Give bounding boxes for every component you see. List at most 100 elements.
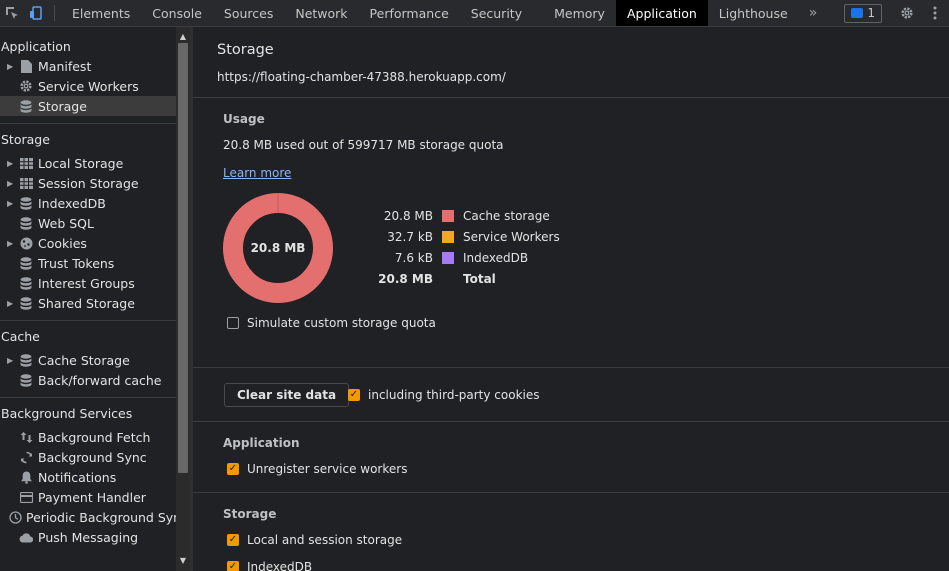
sidebar-item-push-messaging[interactable]: Push Messaging <box>0 527 176 547</box>
sidebar-item-label: Shared Storage <box>38 295 135 311</box>
legend-swatch <box>442 231 454 243</box>
expand-arrow-icon[interactable]: ▶ <box>7 356 16 365</box>
more-tabs-icon[interactable]: » <box>799 0 828 26</box>
section-divider <box>193 421 949 422</box>
sidebar-item-shared-storage[interactable]: ▶ Shared Storage <box>0 293 176 313</box>
sidebar-item-label: Storage <box>38 98 87 114</box>
tab-console[interactable]: Console <box>141 0 213 26</box>
scroll-up-arrow-icon[interactable]: ▲ <box>176 29 190 43</box>
device-toolbar-icon[interactable] <box>24 0 48 26</box>
expand-arrow-icon[interactable]: ▶ <box>7 159 16 168</box>
database-icon <box>18 373 34 387</box>
devtools-toolbar: Elements Console Sources Network Perform… <box>0 0 949 27</box>
legend-total-label: Total <box>463 272 496 286</box>
legend-swatch <box>442 252 454 264</box>
more-options-icon[interactable] <box>921 6 949 20</box>
indexeddb-checkbox-row[interactable]: ✓ IndexedDB <box>227 560 312 571</box>
expand-arrow-icon[interactable]: ▶ <box>7 239 16 248</box>
tab-application[interactable]: Application <box>615 0 708 26</box>
sidebar-item-payment-handler[interactable]: Payment Handler <box>0 487 176 507</box>
expand-arrow-icon[interactable]: ▶ <box>7 62 16 71</box>
sidebar-section-application: Application <box>1 38 71 54</box>
donut-center-label: 20.8 MB <box>250 241 306 255</box>
sidebar-scrollbar-thumb[interactable] <box>178 43 188 473</box>
cookie-icon <box>18 236 34 250</box>
tab-memory[interactable]: Memory <box>533 0 616 26</box>
unregister-sw-checkbox-row[interactable]: ✓ Unregister service workers <box>227 462 407 476</box>
sidebar-item-local-storage[interactable]: ▶ Local Storage <box>0 153 176 173</box>
sidebar-item-service-workers[interactable]: Service Workers <box>0 76 176 96</box>
expand-arrow-icon[interactable]: ▶ <box>7 199 16 208</box>
issues-icon <box>851 8 864 18</box>
usage-heading: Usage <box>223 112 265 126</box>
scroll-down-arrow-icon[interactable]: ▼ <box>176 553 190 567</box>
clear-site-data-button[interactable]: Clear site data <box>224 383 350 407</box>
tab-elements[interactable]: Elements <box>61 0 141 26</box>
sidebar-item-manifest[interactable]: ▶ Manifest <box>0 56 176 76</box>
legend-name: Cache storage <box>463 209 550 223</box>
sidebar-item-label: Local Storage <box>38 155 124 171</box>
bell-icon <box>18 470 34 484</box>
expand-arrow-icon[interactable]: ▶ <box>7 179 16 188</box>
legend-value: 20.8 MB <box>383 209 433 223</box>
section-divider <box>193 97 949 98</box>
sidebar-item-indexeddb[interactable]: ▶ IndexedDB <box>0 193 176 213</box>
legend-swatch <box>442 210 454 222</box>
sidebar-item-label: Background Sync <box>38 449 147 465</box>
sidebar-item-label: Cookies <box>38 235 87 251</box>
sidebar-item-background-fetch[interactable]: Background Fetch <box>0 427 176 447</box>
tab-network[interactable]: Network <box>284 0 358 26</box>
sidebar-item-label: Trust Tokens <box>38 255 115 271</box>
cloud-icon <box>18 530 34 544</box>
sidebar-item-web-sql[interactable]: Web SQL <box>0 213 176 233</box>
issues-count: 1 <box>867 6 875 20</box>
section-divider <box>193 492 949 493</box>
sidebar-item-trust-tokens[interactable]: Trust Tokens <box>0 253 176 273</box>
local-session-checkbox[interactable]: ✓ <box>227 534 239 546</box>
local-session-checkbox-row[interactable]: ✓ Local and session storage <box>227 533 402 547</box>
legend-value: 7.6 kB <box>394 251 433 265</box>
tab-performance[interactable]: Performance <box>359 0 460 26</box>
legend-total-value: 20.8 MB <box>378 272 433 286</box>
sidebar-item-interest-groups[interactable]: Interest Groups <box>0 273 176 293</box>
database-icon <box>18 99 34 113</box>
legend-row-indexeddb: 7.6 kB IndexedDB <box>373 250 528 266</box>
legend-row-cache-storage: 20.8 MB Cache storage <box>373 208 550 224</box>
indexeddb-checkbox[interactable]: ✓ <box>227 561 239 571</box>
legend-name: IndexedDB <box>463 251 529 265</box>
simulate-quota-checkbox[interactable] <box>227 317 239 329</box>
tab-security[interactable]: Security <box>460 0 533 26</box>
origin-url: https://floating-chamber-47388.herokuapp… <box>217 70 506 84</box>
sidebar-item-cookies[interactable]: ▶ Cookies <box>0 233 176 253</box>
sync-icon <box>18 450 34 464</box>
sidebar-divider <box>0 320 176 321</box>
legend-name: Service Workers <box>463 230 560 244</box>
sidebar-item-label: Periodic Background Sync <box>26 509 176 525</box>
third-party-cookies-checkbox-row[interactable]: ✓ including third-party cookies <box>348 388 540 402</box>
sidebar-item-label: Session Storage <box>38 175 139 191</box>
sidebar-item-cache-storage[interactable]: ▶ Cache Storage <box>0 350 176 370</box>
third-party-cookies-checkbox[interactable]: ✓ <box>348 389 360 401</box>
sidebar-item-notifications[interactable]: Notifications <box>0 467 176 487</box>
settings-gear-icon[interactable] <box>893 6 921 20</box>
tab-sources[interactable]: Sources <box>213 0 284 26</box>
database-icon <box>18 276 34 290</box>
sidebar-item-label: Manifest <box>38 58 92 74</box>
inspect-element-icon[interactable] <box>0 0 24 26</box>
expand-arrow-icon[interactable]: ▶ <box>7 299 16 308</box>
simulate-quota-checkbox-row[interactable]: Simulate custom storage quota <box>227 316 436 330</box>
sidebar-divider <box>0 397 176 398</box>
toolbar-divider <box>54 5 55 21</box>
sidebar-item-background-sync[interactable]: Background Sync <box>0 447 176 467</box>
sidebar-item-session-storage[interactable]: ▶ Session Storage <box>0 173 176 193</box>
learn-more-link[interactable]: Learn more <box>223 166 291 180</box>
tab-lighthouse[interactable]: Lighthouse <box>708 0 799 26</box>
unregister-sw-checkbox[interactable]: ✓ <box>227 463 239 475</box>
sidebar-item-periodic-background-sync[interactable]: Periodic Background Sync <box>0 507 176 527</box>
sidebar-item-storage[interactable]: Storage <box>0 96 176 116</box>
gear-icon <box>18 79 34 93</box>
issues-button[interactable]: 1 <box>844 3 882 23</box>
sidebar-item-back-forward-cache[interactable]: Back/forward cache <box>0 370 176 390</box>
sidebar-item-label: Push Messaging <box>38 529 139 545</box>
database-icon <box>18 196 34 210</box>
